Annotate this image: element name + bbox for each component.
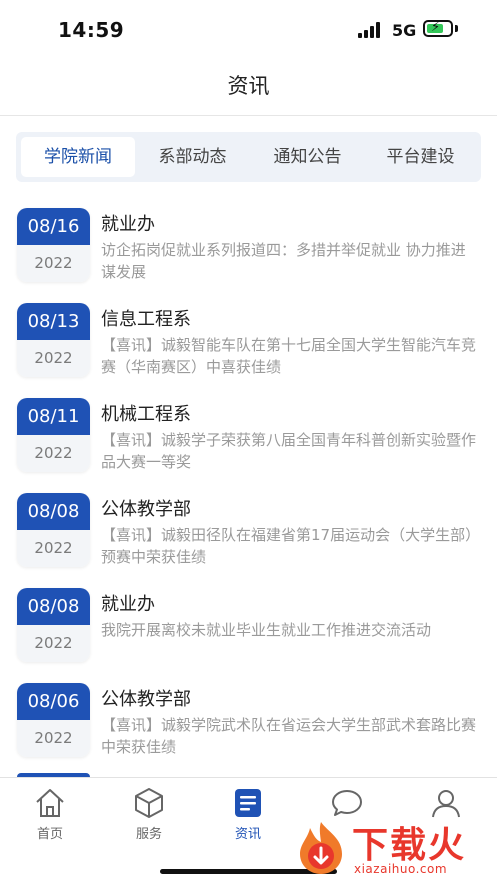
category-tabs: 学院新闻 系部动态 通知公告 平台建设 xyxy=(16,132,481,182)
document-icon xyxy=(235,789,261,817)
news-summary: 【喜讯】诚毅智能车队在第十七届全国大学生智能汽车竞赛（华南赛区）中喜获佳绩 xyxy=(101,336,477,376)
news-item[interactable]: 08/08 2022 就业办 我院开展离校未就业毕业生就业工作推进交流活动 xyxy=(0,582,497,677)
date-month-day: 08/08 xyxy=(17,588,90,625)
news-summary: 【喜讯】诚毅田径队在福建省第17届运动会（大学生部）预赛中荣获佳绩 xyxy=(101,526,473,566)
watermark-url: xiazaihuo.com xyxy=(354,862,448,876)
user-icon xyxy=(432,790,460,818)
network-type: 5G xyxy=(392,21,417,40)
header-divider xyxy=(0,115,497,116)
tabbar-service[interactable]: 服务 xyxy=(109,786,189,848)
tabbar-label: 资讯 xyxy=(234,827,261,842)
battery-cap xyxy=(455,25,458,32)
date-badge: 08/13 2022 xyxy=(17,303,90,377)
tabbar-label: 服务 xyxy=(135,827,162,842)
tabbar-home[interactable]: 首页 xyxy=(10,786,90,848)
cube-icon xyxy=(135,788,163,818)
news-department: 公体教学部 xyxy=(101,689,191,710)
status-bar: 14:59 5G ⚡ xyxy=(0,0,497,58)
date-month-day: 08/06 xyxy=(17,683,90,720)
status-time: 14:59 xyxy=(58,18,125,42)
date-year: 2022 xyxy=(17,245,90,282)
date-year: 2022 xyxy=(17,340,90,377)
date-year: 2022 xyxy=(17,435,90,472)
date-year: 2022 xyxy=(17,720,90,757)
tab-platform[interactable]: 平台建设 xyxy=(365,137,476,177)
watermark: 下载火 xiazaihuo.com xyxy=(292,816,492,880)
home-icon xyxy=(36,789,64,817)
battery-icon: ⚡ xyxy=(423,20,453,37)
news-department: 就业办 xyxy=(101,594,155,615)
tab-college-news[interactable]: 学院新闻 xyxy=(21,137,135,177)
watermark-brand: 下载火 xyxy=(352,825,467,866)
news-department: 机械工程系 xyxy=(101,404,191,425)
tab-department-news[interactable]: 系部动态 xyxy=(135,137,250,177)
date-badge: 08/16 2022 xyxy=(17,208,90,282)
flame-logo-icon xyxy=(300,822,342,874)
news-summary: 【喜讯】诚毅学院武术队在省运会大学生部武术套路比赛中荣获佳绩 xyxy=(101,716,477,756)
news-summary: 我院开展离校未就业毕业生就业工作推进交流活动 xyxy=(101,621,432,639)
news-summary: 【喜讯】诚毅学子荣获第八届全国青年科普创新实验暨作品大赛一等奖 xyxy=(101,431,477,471)
news-summary: 访企拓岗促就业系列报道四：多措并举促就业 协力推进谋发展 xyxy=(101,241,466,281)
news-department: 公体教学部 xyxy=(101,499,191,520)
news-item[interactable]: 08/11 2022 机械工程系 【喜讯】诚毅学子荣获第八届全国青年科普创新实验… xyxy=(0,392,497,487)
signal-icon xyxy=(358,22,384,38)
date-month-day: 08/11 xyxy=(17,398,90,435)
news-item[interactable]: 08/13 2022 信息工程系 【喜讯】诚毅智能车队在第十七届全国大学生智能汽… xyxy=(0,297,497,392)
date-badge: 08/11 2022 xyxy=(17,398,90,472)
tabbar-news[interactable]: 资讯 xyxy=(208,786,288,848)
date-month-day: 08/16 xyxy=(17,208,90,245)
date-year: 2022 xyxy=(17,625,90,662)
page-title: 资讯 xyxy=(227,74,270,98)
news-item[interactable]: 08/06 2022 公体教学部 【喜讯】诚毅学院武术队在省运会大学生部武术套路… xyxy=(0,677,497,772)
news-item[interactable]: 08/08 2022 公体教学部 【喜讯】诚毅田径队在福建省第17届运动会（大学… xyxy=(0,487,497,582)
date-badge: 08/06 2022 xyxy=(17,683,90,757)
date-year: 2022 xyxy=(17,530,90,567)
date-month-day: 08/08 xyxy=(17,493,90,530)
tabbar-label: 首页 xyxy=(36,827,63,842)
news-item[interactable]: 08/16 2022 就业办 访企拓岗促就业系列报道四：多措并举促就业 协力推进… xyxy=(0,202,497,297)
chat-icon xyxy=(332,790,362,816)
news-department: 信息工程系 xyxy=(101,309,191,330)
tab-notices[interactable]: 通知公告 xyxy=(250,137,365,177)
news-department: 就业办 xyxy=(101,214,155,235)
date-badge: 08/08 2022 xyxy=(17,493,90,567)
date-month-day: 08/13 xyxy=(17,303,90,340)
date-badge: 08/08 2022 xyxy=(17,588,90,662)
